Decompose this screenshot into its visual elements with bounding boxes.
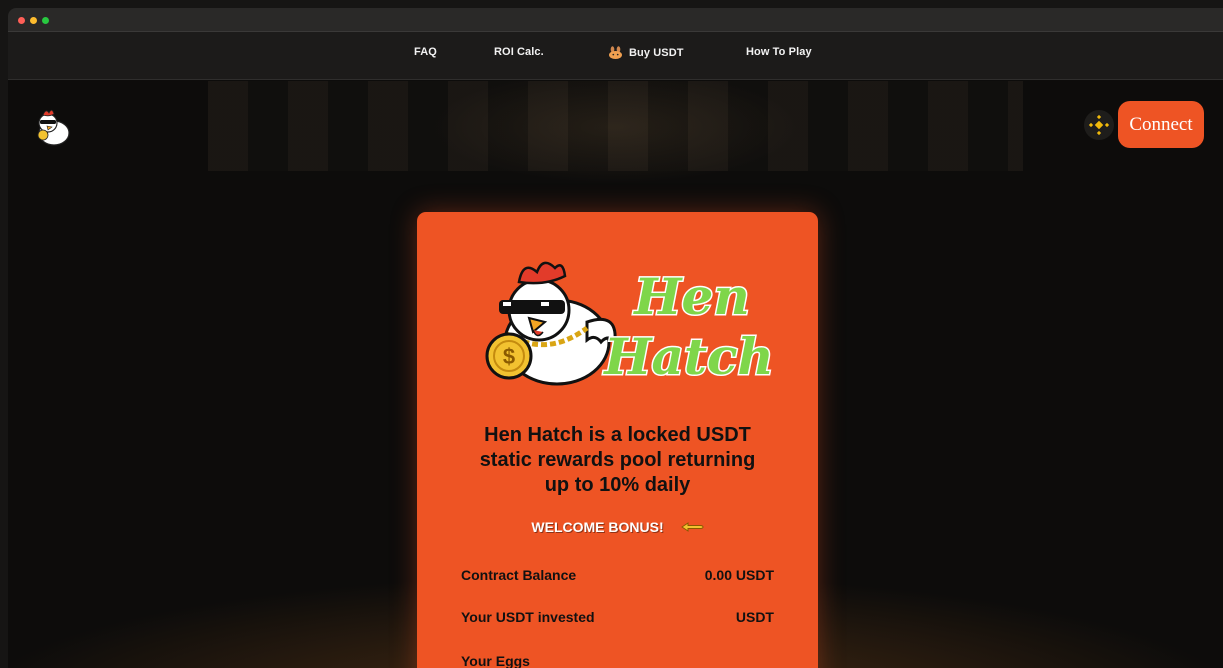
top-navbar: FAQ ROI Calc. Buy USDT How To Play bbox=[8, 32, 1223, 80]
maximize-window-button[interactable] bbox=[42, 17, 49, 24]
nav-buy-usdt[interactable]: Buy USDT bbox=[608, 46, 684, 59]
stat-row-usdt-invested: Your USDT invested USDT bbox=[461, 609, 774, 625]
tagline: Hen Hatch is a locked USDT static reward… bbox=[479, 424, 756, 496]
binance-icon bbox=[1088, 114, 1110, 136]
svg-text:$: $ bbox=[503, 344, 515, 369]
nav-roi-calc[interactable]: ROI Calc. bbox=[494, 46, 544, 58]
binance-chain-button[interactable] bbox=[1084, 110, 1114, 140]
welcome-bonus-label: WELCOME BONUS! bbox=[531, 519, 664, 535]
hen-hatch-logo: $ Hen Hatch bbox=[485, 261, 775, 388]
connect-wallet-button[interactable]: Connect bbox=[1118, 101, 1204, 148]
nav-faq[interactable]: FAQ bbox=[414, 46, 437, 58]
nav-how-to-play[interactable]: How To Play bbox=[746, 46, 812, 58]
pointing-hand-icon bbox=[680, 522, 704, 532]
svg-text:Hen: Hen bbox=[632, 267, 749, 326]
hen-logo-icon[interactable] bbox=[28, 103, 76, 151]
browser-window: FAQ ROI Calc. Buy USDT How To Play Conne… bbox=[8, 8, 1223, 668]
pancake-bunny-icon bbox=[609, 46, 622, 59]
stat-row-contract-balance: Contract Balance 0.00 USDT bbox=[461, 567, 774, 583]
stat-row-your-eggs: Your Eggs bbox=[461, 653, 530, 668]
main-content: Connect $ Hen Hatch Hen Hatch is a locke… bbox=[8, 81, 1223, 668]
hen-hatch-card: $ Hen Hatch Hen Hatch is a locked USDT s… bbox=[417, 212, 818, 668]
close-window-button[interactable] bbox=[18, 17, 25, 24]
hero-background bbox=[208, 81, 1023, 171]
minimize-window-button[interactable] bbox=[30, 17, 37, 24]
window-titlebar bbox=[8, 8, 1223, 32]
svg-text:Hatch: Hatch bbox=[602, 327, 774, 386]
welcome-bonus[interactable]: WELCOME BONUS! bbox=[417, 519, 818, 535]
